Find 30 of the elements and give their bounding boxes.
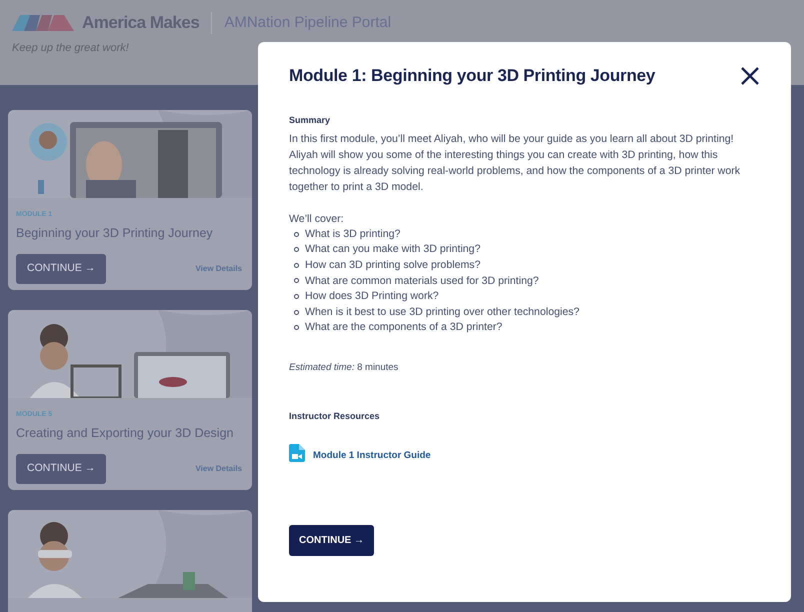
summary-text: In this first module, you’ll meet Aliyah, who will be your guide as you learn all about 3D printing! Aliyah will show you some of the interesting things you can create with 3D printing, how this technology is already solving real-world problems, and how the components of a 3D printer work together to print a 3D model. (289, 132, 742, 195)
estimated-time: Estimated time: 8 minutes (289, 361, 400, 376)
bullet-icon (294, 247, 299, 252)
cover-item: How can 3D printing solve problems? (305, 258, 480, 274)
bullet-icon (294, 232, 299, 237)
cover-item: When is it best to use 3D printing over other technologies? (305, 304, 580, 320)
video-file-icon (289, 444, 305, 462)
instructor-guide-link[interactable]: Module 1 Instructor Guide (313, 449, 431, 464)
bullet-icon (294, 278, 299, 284)
cover-item: What is 3D printing? (305, 226, 400, 242)
section-heading: Summary (289, 114, 332, 128)
close-button[interactable] (740, 66, 760, 86)
continue-button[interactable]: CONTINUE → (16, 254, 106, 284)
module-title: Creating and Exporting your 3D Design (16, 424, 234, 442)
bullet-icon (294, 294, 299, 300)
cover-item: What are common materials used for 3D printing? (305, 274, 539, 289)
cover-item: What are the components of a 3D printer? (305, 320, 502, 336)
close-icon (740, 66, 760, 86)
cover-item: How does 3D Printing work? (305, 289, 439, 304)
cover-item: What can you make with 3D printing? (305, 242, 480, 258)
cover-intro: We’ll cover: (289, 212, 345, 227)
dialog-title: Module 1: Beginning your 3D Printing Journey (289, 66, 656, 86)
bullet-icon (294, 310, 299, 315)
continue-button[interactable]: CONTINUE → (16, 454, 106, 484)
bullet-icon (294, 325, 299, 330)
bullet-icon (294, 262, 299, 268)
module-title: Beginning your 3D Printing Journey (16, 224, 214, 242)
section-heading: Instructor Resources (289, 410, 381, 423)
logo-icon (12, 14, 74, 31)
continue-button[interactable]: CONTINUE → (289, 525, 374, 556)
